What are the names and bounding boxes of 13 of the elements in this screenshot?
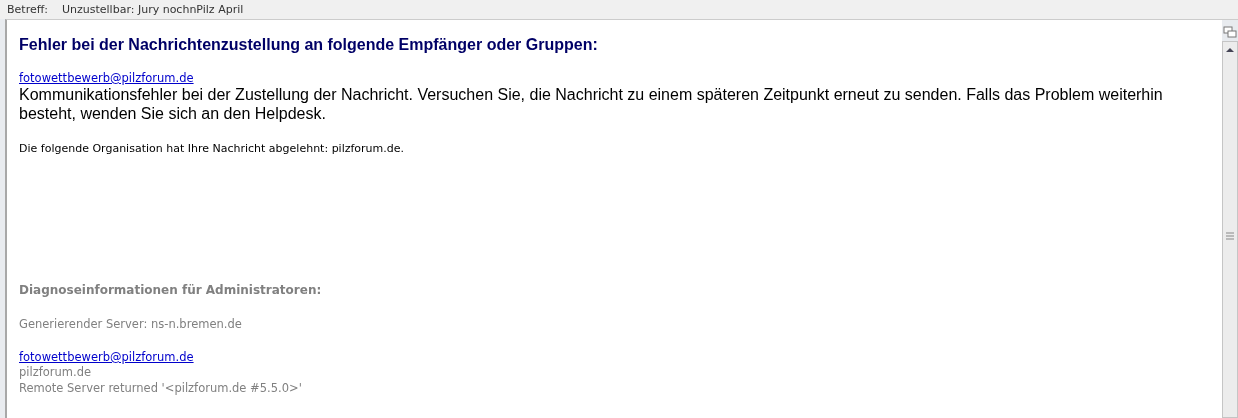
grip-icon[interactable]	[1225, 232, 1235, 240]
subject-text: Unzustellbar: Jury nochnPilz April	[61, 3, 244, 16]
server-info: Generierender Server: ns-n.bremen.de	[19, 316, 242, 332]
error-heading: Fehler bei der Nachrichtenzustellung an folgende Empfänger oder Gruppen:	[19, 36, 598, 54]
error-message: Kommunikationsfehler bei der Zustellung der Nachricht. Versuchen Sie, die Nachricht zu einem späteren Zeitpunkt erneut zu senden. Falls das Problem weiterhin besteht, wenden Sie sich an den Helpdesk.	[19, 85, 1164, 123]
diagnostics-heading: Diagnoseinformationen für Administratoren:	[19, 283, 322, 297]
diagnostic-line: Remote Server returned '<pilzforum.de #5.5.0>'	[19, 380, 302, 396]
subject-label: Betreff:	[7, 3, 48, 16]
organisation-note: Die folgende Organisation hat Ihre Nachricht abgelehnt: pilzforum.de.	[19, 142, 405, 155]
scrollbar[interactable]	[1222, 41, 1238, 418]
diagnostic-line: pilzforum.de	[19, 364, 92, 380]
recipient-link[interactable]: fotowettbewerb@pilzforum.de	[19, 350, 194, 364]
recipient-link[interactable]: fotowettbewerb@pilzforum.de	[19, 71, 194, 85]
